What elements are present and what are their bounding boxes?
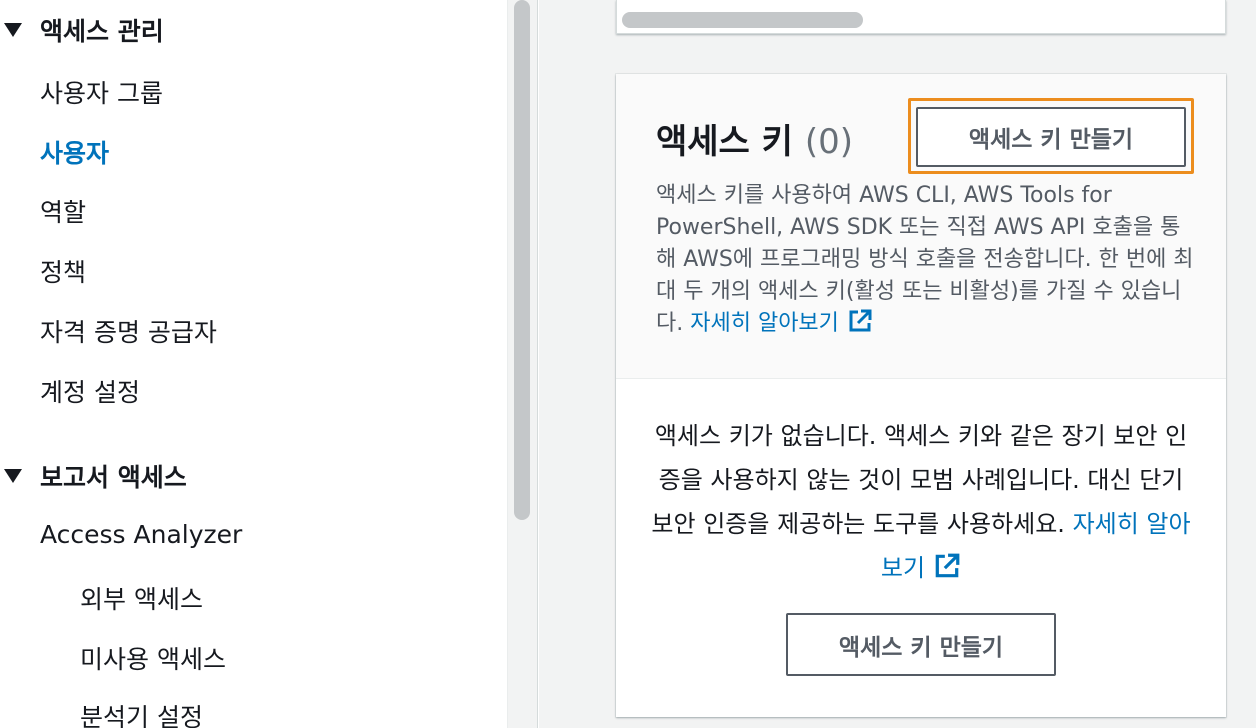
access-keys-title: 액세스 키 (0)	[656, 114, 853, 163]
external-link-icon	[849, 309, 872, 332]
sidebar-item-policies[interactable]: 정책	[40, 253, 86, 289]
sidebar-item-users[interactable]: 사용자	[40, 134, 109, 170]
learn-more-label: 자세히 알아보기	[690, 311, 839, 336]
sidebar: 액세스 관리 사용자 그룹 사용자 역할 정책 자격 증명 공급자 계정 설정 …	[0, 0, 508, 728]
sidebar-item-account-settings[interactable]: 계정 설정	[40, 373, 140, 409]
sidebar-item-analyzer-settings[interactable]: 분석기 설정	[80, 698, 203, 728]
access-keys-description: 액세스 키를 사용하여 AWS CLI, AWS Tools for Power…	[656, 180, 1196, 340]
access-keys-header: 액세스 키 (0) 액세스 키 만들기 액세스 키를 사용하여 AWS CLI,…	[616, 74, 1226, 379]
sidebar-item-user-groups[interactable]: 사용자 그룹	[40, 74, 163, 110]
empty-create-access-key-button[interactable]: 액세스 키 만들기	[786, 613, 1056, 676]
empty-state-message: 액세스 키가 없습니다. 액세스 키와 같은 장기 보안 인증을 사용하지 않는…	[646, 414, 1196, 590]
section-header-access-management[interactable]: 액세스 관리	[0, 12, 164, 48]
learn-more-link[interactable]: 자세히 알아보기	[690, 309, 873, 336]
sidebar-item-access-analyzer[interactable]: Access Analyzer	[40, 520, 242, 549]
sidebar-item-roles[interactable]: 역할	[40, 193, 86, 229]
sidebar-item-identity-providers[interactable]: 자격 증명 공급자	[40, 313, 217, 349]
sidebar-scrollbar-thumb[interactable]	[514, 0, 530, 520]
access-keys-count: (0)	[804, 122, 853, 162]
access-keys-title-text: 액세스 키	[656, 122, 793, 162]
sidebar-item-unused-access[interactable]: 미사용 액세스	[80, 640, 226, 676]
create-access-key-button[interactable]: 액세스 키 만들기	[916, 107, 1186, 167]
section-header-access-reports[interactable]: 보고서 액세스	[0, 458, 187, 494]
caret-down-icon	[4, 23, 22, 37]
access-keys-panel: 액세스 키 (0) 액세스 키 만들기 액세스 키를 사용하여 AWS CLI,…	[616, 74, 1226, 717]
caret-down-icon	[4, 469, 22, 483]
section-header-label: 액세스 관리	[40, 17, 164, 46]
horizontal-scrollbar-thumb[interactable]	[622, 12, 863, 28]
external-link-icon	[935, 553, 960, 578]
sidebar-item-external-access[interactable]: 외부 액세스	[80, 580, 203, 616]
section-header-label: 보고서 액세스	[40, 463, 187, 492]
focus-outline: 액세스 키 만들기	[908, 98, 1194, 174]
